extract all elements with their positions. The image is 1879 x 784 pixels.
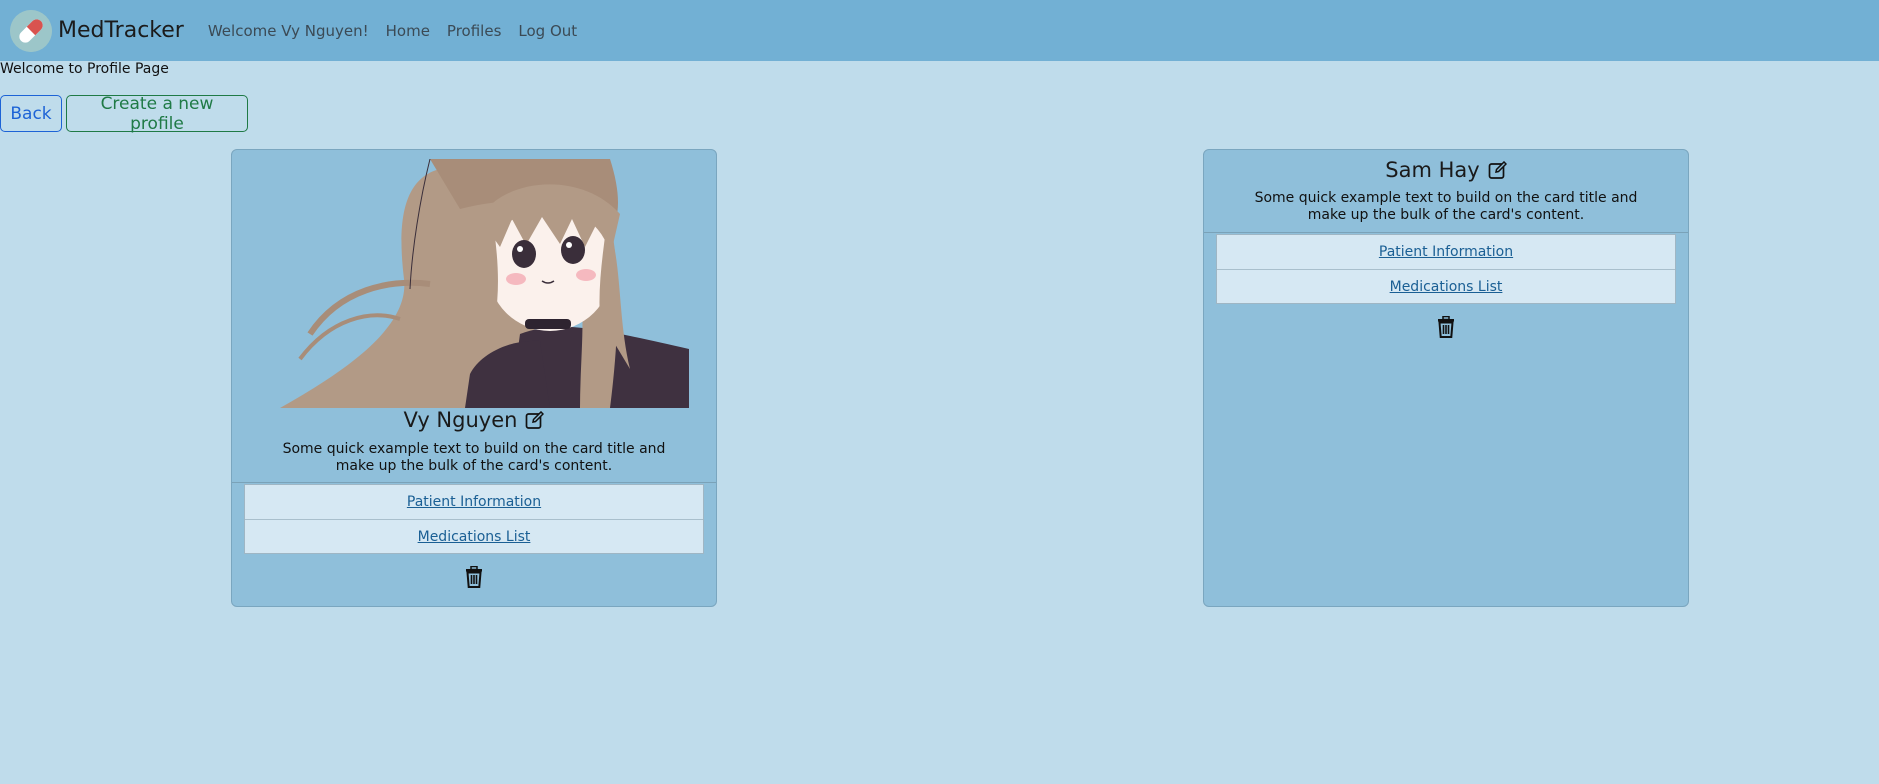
nav-home[interactable]: Home <box>386 22 430 40</box>
trash-icon[interactable] <box>1436 315 1456 338</box>
profile-name: Vy Nguyen <box>403 408 518 432</box>
card-divider <box>1204 232 1688 233</box>
nav-profiles[interactable]: Profiles <box>447 22 501 40</box>
profile-name: Sam Hay <box>1385 158 1480 182</box>
brand-name: MedTracker <box>58 18 184 43</box>
profile-card-text: Some quick example text to build on the … <box>1254 190 1638 223</box>
trash-icon[interactable] <box>464 565 484 588</box>
navbar: MedTracker Welcome Vy Nguyen! Home Profi… <box>0 0 1879 61</box>
card-divider <box>232 482 716 483</box>
nav-welcome[interactable]: Welcome Vy Nguyen! <box>208 22 369 40</box>
patient-information-link[interactable]: Patient Information <box>1217 235 1675 269</box>
pill-icon <box>10 9 52 52</box>
patient-information-link[interactable]: Patient Information <box>245 485 703 519</box>
nav-logout[interactable]: Log Out <box>518 22 577 40</box>
back-button[interactable]: Back <box>0 95 62 132</box>
profile-links-list: Patient Information Medications List <box>244 484 704 554</box>
profile-links-list: Patient Information Medications List <box>1216 234 1676 304</box>
edit-icon[interactable] <box>1488 160 1507 180</box>
profile-card: Vy Nguyen Some quick example text to bui… <box>231 149 717 607</box>
page-welcome-text: Welcome to Profile Page <box>0 61 169 77</box>
profile-card-title: Vy Nguyen <box>232 408 716 432</box>
profile-card-title: Sam Hay <box>1204 158 1688 182</box>
medications-list-link[interactable]: Medications List <box>1217 269 1675 303</box>
brand-link[interactable]: MedTracker <box>10 9 184 52</box>
profile-card-text: Some quick example text to build on the … <box>282 441 666 474</box>
profile-card: Sam Hay Some quick example text to build… <box>1203 149 1689 607</box>
edit-icon[interactable] <box>525 410 545 430</box>
medications-list-link[interactable]: Medications List <box>245 519 703 553</box>
create-profile-button[interactable]: Create a new profile <box>66 94 248 134</box>
profile-avatar-image <box>280 159 689 408</box>
